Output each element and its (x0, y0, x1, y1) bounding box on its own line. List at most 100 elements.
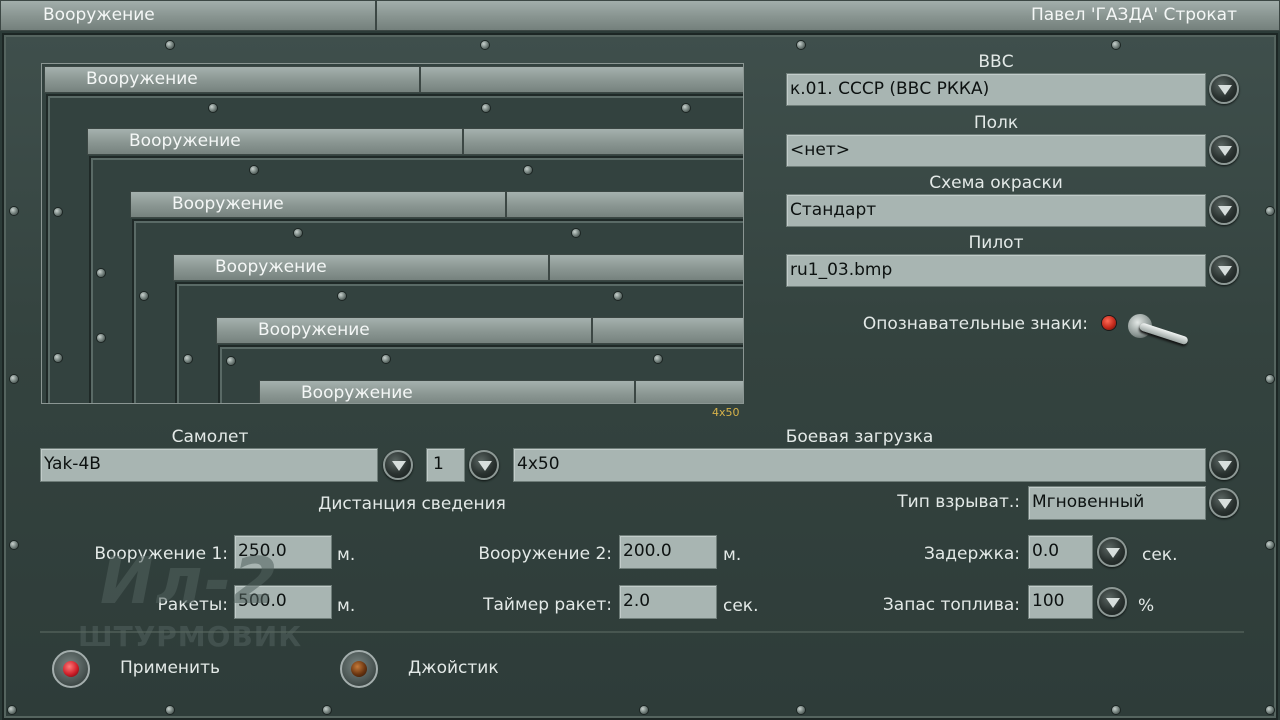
aircraft-count-dropdown-icon[interactable] (469, 450, 499, 480)
rivet (614, 292, 622, 300)
rivet (481, 41, 489, 49)
fuel-input[interactable]: 100 (1028, 585, 1093, 619)
fuel-dropdown-icon[interactable] (1097, 587, 1127, 617)
apply-lamp-icon (63, 661, 79, 677)
markings-lamp (1102, 316, 1116, 330)
preview-bar (635, 380, 743, 403)
rivet (10, 375, 18, 383)
aircraft-preview: Вооружение Вооружение Вооружение Вооруже… (41, 63, 744, 404)
rivet (54, 208, 62, 216)
rivet (482, 104, 490, 112)
rivet (166, 706, 174, 714)
rivet (323, 706, 331, 714)
fuel-unit: % (1138, 596, 1155, 616)
weapon2-input[interactable]: 200.0 (619, 535, 717, 569)
regiment-label: Полк (973, 113, 1019, 133)
footer-divider (40, 631, 1244, 633)
preview-bar (592, 317, 743, 344)
rivet (524, 166, 532, 174)
preview-bar (463, 128, 743, 155)
rivet (382, 355, 390, 363)
joystick-button[interactable] (340, 650, 378, 688)
delay-unit: сек. (1142, 545, 1178, 565)
apply-label[interactable]: Применить (120, 658, 220, 678)
fuze-dropdown-icon[interactable] (1209, 488, 1239, 518)
paint-scheme-dropdown-icon[interactable] (1209, 195, 1239, 225)
rivet (10, 541, 18, 549)
rivet (640, 706, 648, 714)
preview-caption-outer: 4x50 (712, 406, 740, 419)
rocket-timer-unit: сек. (723, 596, 759, 616)
rocket-timer-label: Таймер ракет: (483, 595, 612, 615)
apply-button[interactable] (52, 650, 90, 688)
loadout-select[interactable]: 4x50 (513, 448, 1206, 482)
rivet (1266, 207, 1274, 215)
aircraft-label: Самолет (171, 427, 249, 447)
air-force-select[interactable]: к.01. СССР (ВВС РККА) (786, 73, 1206, 106)
rivet (1112, 706, 1120, 714)
aircraft-select[interactable]: Yak-4B (40, 448, 378, 482)
weapon1-unit: м. (337, 545, 356, 565)
aircraft-dropdown-icon[interactable] (383, 450, 413, 480)
weapon2-unit: м. (723, 545, 742, 565)
preview-bar-label: Вооружение (301, 383, 413, 403)
preview-bar (506, 191, 743, 218)
title-bar-right: Павел 'ГАЗДА' Строкат (376, 0, 1280, 31)
loadout-label: Боевая загрузка (785, 427, 934, 447)
preview-bar: Вооружение (130, 191, 506, 218)
user-name: Павел 'ГАЗДА' Строкат (1030, 5, 1237, 25)
rivet (97, 269, 105, 277)
rivet (682, 104, 690, 112)
rivet (250, 166, 258, 174)
joystick-lamp-icon (351, 661, 367, 677)
rivet (8, 706, 16, 714)
loadout-dropdown-icon[interactable] (1209, 450, 1239, 480)
fuel-label: Запас топлива: (882, 595, 1020, 615)
pilot-label: Пилот (968, 233, 1024, 253)
rivet (97, 334, 105, 342)
preview-bar-label: Вооружение (172, 194, 284, 214)
convergence-label: Дистанция сведения (318, 494, 506, 514)
fuze-select[interactable]: Мгновенный (1028, 486, 1206, 520)
preview-bar: Вооружение (173, 254, 549, 281)
rivet (654, 355, 662, 363)
delay-input[interactable]: 0.0 (1028, 535, 1093, 569)
regiment-dropdown-icon[interactable] (1209, 135, 1239, 165)
rockets-unit: м. (337, 596, 356, 616)
preview-bar: Вооружение (259, 380, 635, 403)
aircraft-count-select[interactable]: 1 (426, 448, 465, 482)
fuze-label: Тип взрыват.: (897, 492, 1020, 512)
rivet (1266, 706, 1274, 714)
rivet (166, 41, 174, 49)
air-force-label: ВВС (978, 52, 1014, 72)
rivet (1266, 541, 1274, 549)
rivet (572, 229, 580, 237)
rivet (54, 354, 62, 362)
preview-bar-label: Вооружение (258, 320, 370, 340)
rocket-timer-input[interactable]: 2.0 (619, 585, 717, 619)
preview-bar: Вооружение (216, 317, 592, 344)
rivet (140, 292, 148, 300)
joystick-label[interactable]: Джойстик (408, 658, 499, 678)
preview-bar: Вооружение (87, 128, 463, 155)
game-logo-text: ШТУРМОВИК (78, 620, 303, 653)
delay-label: Задержка: (923, 544, 1020, 564)
markings-label: Опознавательные знаки: (862, 314, 1088, 334)
rivet (209, 104, 217, 112)
markings-toggle-switch[interactable] (1124, 308, 1194, 346)
rivet (184, 355, 192, 363)
paint-scheme-label: Схема окраски (929, 173, 1063, 193)
preview-bar-label: Вооружение (86, 69, 198, 89)
preview-bar (420, 66, 743, 93)
delay-dropdown-icon[interactable] (1097, 537, 1127, 567)
air-force-dropdown-icon[interactable] (1209, 74, 1239, 104)
preview-bar (549, 254, 743, 281)
regiment-select[interactable]: <нет> (786, 134, 1206, 167)
preview-bar-label: Вооружение (129, 131, 241, 151)
title-bar-left: Вооружение (0, 0, 376, 31)
paint-scheme-select[interactable]: Стандарт (786, 194, 1206, 227)
preview-bar: Вооружение (44, 66, 420, 93)
pilot-select[interactable]: ru1_03.bmp (786, 254, 1206, 287)
pilot-dropdown-icon[interactable] (1209, 255, 1239, 285)
game-logo-mark: Ил-2 (100, 545, 280, 619)
